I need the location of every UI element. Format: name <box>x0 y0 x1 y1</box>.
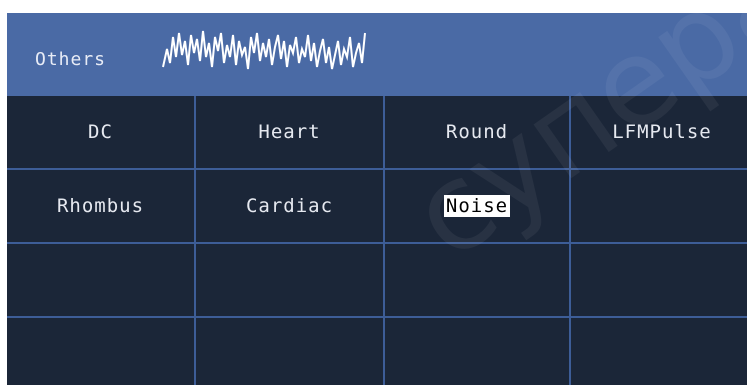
selected-item: Noise <box>443 195 511 217</box>
cell-empty[interactable] <box>7 244 194 316</box>
waveform-icon <box>162 30 366 70</box>
cell-cardiac[interactable]: Cardiac <box>196 170 383 242</box>
cell-empty[interactable] <box>196 244 383 316</box>
cell-empty[interactable] <box>571 170 747 242</box>
cell-empty[interactable] <box>571 318 747 385</box>
waveform-grid: DC Heart Round LFMPulse Rhombus Cardiac … <box>7 96 747 385</box>
cell-empty[interactable] <box>385 318 569 385</box>
menu-title: Others <box>35 49 107 70</box>
cell-empty[interactable] <box>196 318 383 385</box>
cell-empty[interactable] <box>385 244 569 316</box>
cell-dc[interactable]: DC <box>7 96 194 168</box>
cell-empty[interactable] <box>571 244 747 316</box>
cell-rhombus[interactable]: Rhombus <box>7 170 194 242</box>
cell-round[interactable]: Round <box>385 96 569 168</box>
menu-header: Others <box>7 13 747 96</box>
cell-empty[interactable] <box>7 318 194 385</box>
waveform-menu-screen: Others DC Heart Round LFMPulse Rhombus C… <box>7 13 747 385</box>
cell-heart[interactable]: Heart <box>196 96 383 168</box>
cell-lfmpulse[interactable]: LFMPulse <box>571 96 747 168</box>
cell-noise[interactable]: Noise <box>385 170 569 242</box>
